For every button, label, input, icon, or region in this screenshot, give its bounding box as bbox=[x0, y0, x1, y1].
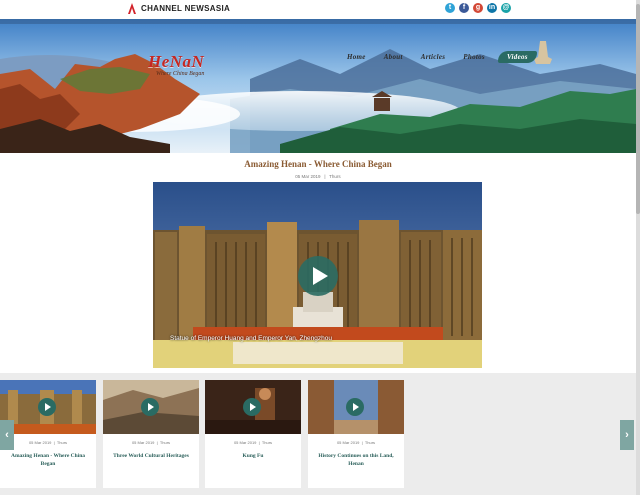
article-title: Amazing Henan - Where China Began bbox=[244, 159, 392, 169]
card-thumbnail bbox=[205, 380, 301, 434]
card-title[interactable]: Three World Cultural Heritages bbox=[107, 452, 195, 460]
hero-banner: HeNaN Where China Began Home About Artic… bbox=[0, 19, 636, 153]
card-thumbnail bbox=[308, 380, 404, 434]
card-meta: 05 Mar 2019 | Thurs bbox=[28, 440, 68, 445]
card-title[interactable]: History Continues on this Land, Henan bbox=[312, 452, 400, 468]
card-meta: 05 Mar 2019 | Thurs bbox=[131, 440, 171, 445]
play-icon[interactable] bbox=[38, 398, 56, 416]
video-card[interactable]: 05 Mar 2019 | Thurs Amazing Henan - Wher… bbox=[0, 380, 96, 488]
nav-articles[interactable]: Articles bbox=[412, 51, 455, 63]
play-icon[interactable] bbox=[298, 256, 338, 296]
henan-logo-subtitle: Where China Began bbox=[156, 71, 205, 77]
play-icon[interactable] bbox=[346, 398, 364, 416]
carousel-prev-button[interactable]: ‹ bbox=[0, 420, 14, 450]
googleplus-icon[interactable]: g bbox=[473, 3, 483, 13]
video-card[interactable]: 05 Mar 2019 | Thurs History Continues on… bbox=[308, 380, 404, 488]
article-date: 05 Mar 2019 bbox=[295, 174, 321, 179]
play-icon[interactable] bbox=[141, 398, 159, 416]
video-card[interactable]: 05 Mar 2019 | Thurs Kung Fu bbox=[205, 380, 301, 488]
nav-home[interactable]: Home bbox=[338, 51, 375, 63]
video-card[interactable]: 05 Mar 2019 | Thurs Three World Cultural… bbox=[103, 380, 199, 488]
carousel-next-button[interactable]: › bbox=[620, 420, 634, 450]
main-nav: Home About Articles Photos Videos bbox=[338, 51, 537, 63]
channel-newsasia-icon bbox=[128, 3, 136, 14]
mountain-landscape-image bbox=[0, 19, 636, 153]
video-caption: Statue of Emperor Huang and Emperor Yan,… bbox=[170, 335, 332, 342]
card-title[interactable]: Amazing Henan - Where China Began bbox=[4, 452, 92, 468]
facebook-icon[interactable]: f bbox=[459, 3, 469, 13]
article-meta: 05 Mar 2019 | Thurs bbox=[295, 174, 341, 179]
card-meta: 05 Mar 2019 | Thurs bbox=[233, 440, 273, 445]
social-links: t f g in @ bbox=[445, 3, 511, 13]
nav-about[interactable]: About bbox=[375, 51, 412, 63]
twitter-icon[interactable]: t bbox=[445, 3, 455, 13]
card-title[interactable]: Kung Fu bbox=[209, 452, 297, 460]
brand-label: CHANNEL NEWSASIA bbox=[141, 4, 231, 13]
email-icon[interactable]: @ bbox=[501, 3, 511, 13]
card-meta: 05 Mar 2019 | Thurs bbox=[336, 440, 376, 445]
scrollbar-thumb[interactable] bbox=[636, 4, 640, 214]
article-author: Thurs bbox=[329, 174, 341, 179]
linkedin-icon[interactable]: in bbox=[487, 3, 497, 13]
scrollbar[interactable] bbox=[636, 0, 640, 495]
nav-videos[interactable]: Videos bbox=[497, 51, 537, 63]
card-thumbnail bbox=[103, 380, 199, 434]
henan-logo[interactable]: HeNaN bbox=[148, 52, 204, 72]
top-bar: CHANNEL NEWSASIA t f g in @ bbox=[0, 0, 636, 19]
nav-photos[interactable]: Photos bbox=[454, 51, 494, 63]
card-thumbnail bbox=[0, 380, 96, 434]
play-icon[interactable] bbox=[243, 398, 261, 416]
channel-newsasia-logo[interactable]: CHANNEL NEWSASIA bbox=[127, 3, 230, 14]
